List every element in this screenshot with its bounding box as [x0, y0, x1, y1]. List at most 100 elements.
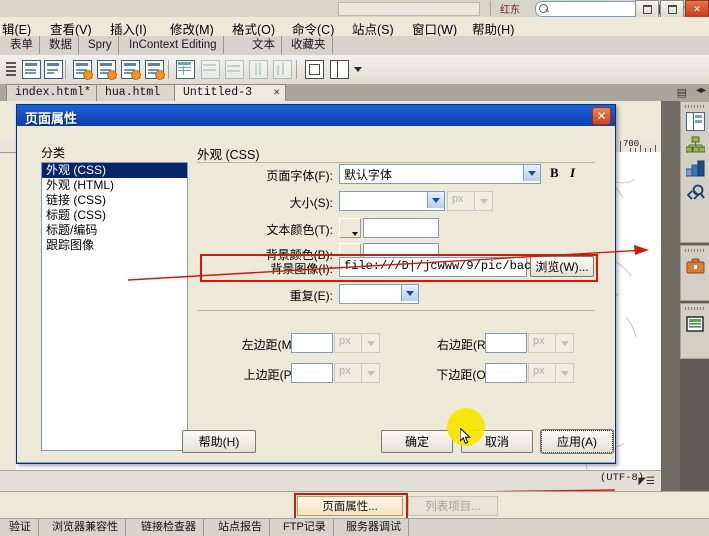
- results-tab-ftp-log[interactable]: FTP记录: [276, 519, 334, 536]
- category-item-appearance-html[interactable]: 外观 (HTML): [42, 178, 187, 193]
- section-divider: [197, 162, 595, 163]
- margin-left-label: 左边距(M):: [241, 338, 299, 352]
- margin-right-unit-box: px: [528, 333, 556, 353]
- property-inspector-bar: 页面属性... 列表项目...: [0, 489, 709, 521]
- margin-top-label: 上边距(P):: [243, 368, 299, 382]
- size-unit-chevron-down-icon: [474, 191, 493, 211]
- record-insert-icon[interactable]: [145, 60, 165, 80]
- dialog-body: 分类 外观 (CSS) 外观 (HTML) 链接 (CSS) 标题 (CSS) …: [17, 126, 615, 463]
- bold-button[interactable]: B: [550, 165, 559, 181]
- insert-tab-favorites[interactable]: 收藏夹: [285, 36, 333, 54]
- results-tab-browser-compat[interactable]: 浏览器兼容性: [45, 519, 126, 536]
- chevron-down-icon[interactable]: [401, 285, 418, 301]
- margin-right-unit-chevron-down-icon: [555, 333, 574, 353]
- list-item-button: 列表项目...: [408, 496, 498, 516]
- dock-grip[interactable]: [685, 307, 706, 310]
- category-list[interactable]: 外观 (CSS) 外观 (HTML) 链接 (CSS) 标题 (CSS) 标题/…: [41, 162, 188, 451]
- category-item-headings-css[interactable]: 标题 (CSS): [42, 208, 187, 223]
- insert-category-menu-icon[interactable]: [2, 60, 21, 79]
- form-icon[interactable]: [22, 60, 41, 79]
- insert-icon-toolbar: [0, 55, 709, 85]
- italic-button[interactable]: I: [570, 165, 575, 181]
- category-item-tracing-image[interactable]: 跟踪图像: [42, 238, 187, 253]
- code-inspector-icon[interactable]: [686, 184, 705, 203]
- page-font-value: 默认字体: [344, 168, 393, 182]
- css-styles-icon[interactable]: [685, 160, 705, 179]
- recordset-nav-icon[interactable]: [121, 60, 141, 80]
- size-unit-box: px: [447, 191, 475, 211]
- margin-bottom-unit-box: px: [528, 363, 556, 383]
- margin-right-input[interactable]: [485, 333, 527, 353]
- spry-tabbed-panels-icon[interactable]: [305, 60, 324, 79]
- margin-top-input[interactable]: [291, 363, 333, 383]
- margin-left-input[interactable]: [291, 333, 333, 353]
- insert-tab-incontext[interactable]: InContext Editing: [123, 36, 224, 54]
- ok-button[interactable]: 确定: [381, 430, 453, 453]
- results-tab-link-checker[interactable]: 链接检查器: [134, 519, 204, 536]
- margin-bottom-input[interactable]: [485, 363, 527, 383]
- search-icon: [539, 4, 548, 13]
- margin-bottom-unit: px: [533, 365, 545, 377]
- repeat-select[interactable]: [339, 284, 419, 304]
- size-select[interactable]: [339, 191, 445, 211]
- insert-panel-icon[interactable]: [686, 112, 705, 131]
- page-font-select[interactable]: 默认字体: [339, 164, 541, 184]
- results-tab-server-debug[interactable]: 服务器调试: [339, 519, 409, 536]
- close-icon: ✕: [596, 109, 607, 123]
- tab-scroll-icon[interactable]: ◂▸: [696, 85, 706, 96]
- insert-tab-spry[interactable]: Spry: [82, 36, 119, 54]
- chevron-down-icon[interactable]: [427, 192, 444, 208]
- bg-image-input[interactable]: file:///D|/jcwww/9/pic/back.jpg: [339, 257, 567, 277]
- restore-button[interactable]: [660, 0, 684, 18]
- insert-tab-data[interactable]: 数据: [43, 36, 79, 54]
- margin-right-unit: px: [533, 335, 545, 347]
- category-item-title-encoding[interactable]: 标题/编码: [42, 223, 187, 238]
- results-tab-site-reports[interactable]: 站点报告: [211, 519, 270, 536]
- insert-bar: 表单 数据 Spry InContext Editing 文本 收藏夹: [0, 36, 709, 56]
- dock-group-panels: [680, 101, 709, 243]
- master-detail-icon[interactable]: [97, 60, 117, 80]
- category-item-links-css[interactable]: 链接 (CSS): [42, 193, 187, 208]
- text-color-label: 文本颜色(T):: [266, 223, 333, 237]
- dock-grip[interactable]: [685, 249, 706, 252]
- minimize-button[interactable]: [635, 0, 659, 18]
- margins-divider: [197, 310, 595, 311]
- site-map-icon[interactable]: [685, 136, 706, 155]
- document-tab-bar: index.html* ✕ hua.html ✕ Untitled-3 ✕ ▤ …: [0, 84, 709, 103]
- annotation-arrow-tail: [493, 489, 615, 491]
- margin-left-unit-box: px: [334, 333, 362, 353]
- text-color-swatch[interactable]: [339, 218, 361, 238]
- apply-button[interactable]: 应用(A): [540, 429, 614, 454]
- chevron-down-icon[interactable]: [354, 67, 362, 72]
- spry-repeat-icon: [201, 60, 220, 79]
- insert-tab-text[interactable]: 文本: [246, 36, 282, 54]
- files-briefcase-icon[interactable]: [686, 257, 705, 276]
- margin-bottom-unit-chevron-down-icon: [555, 363, 574, 383]
- tab-overflow-icon[interactable]: ▤: [677, 86, 687, 99]
- close-icon[interactable]: ✕: [273, 85, 280, 101]
- text-color-input[interactable]: [363, 218, 439, 238]
- close-button[interactable]: ✕: [685, 0, 709, 18]
- size-label: 大小(S):: [289, 196, 333, 210]
- dialog-title-bar[interactable]: 页面属性 ✕: [17, 105, 615, 126]
- page-properties-button[interactable]: 页面属性...: [297, 496, 403, 516]
- form-fieldset-icon[interactable]: [44, 60, 63, 79]
- spry-accordion-icon[interactable]: [330, 60, 349, 79]
- dock-grip[interactable]: [685, 105, 706, 108]
- toolbar-divider: [490, 1, 491, 16]
- spry-table-icon[interactable]: [176, 60, 195, 79]
- window-controls: ✕: [634, 0, 709, 18]
- results-tab-validation[interactable]: 验证: [2, 519, 39, 536]
- bg-image-browse-button[interactable]: 浏览(W)...: [530, 256, 594, 277]
- chevron-down-icon[interactable]: [523, 165, 540, 181]
- help-button[interactable]: 帮助(H): [182, 430, 256, 453]
- margin-top-unit-chevron-down-icon: [361, 363, 380, 383]
- application-top-strip: 红东 CS Live ✕: [0, 0, 709, 20]
- category-item-appearance-css[interactable]: 外观 (CSS): [42, 163, 187, 178]
- dynamic-table-icon[interactable]: [73, 60, 93, 80]
- assets-icon[interactable]: [686, 315, 705, 334]
- dialog-close-button[interactable]: ✕: [592, 107, 611, 125]
- margin-top-unit-box: px: [334, 363, 362, 383]
- insert-tab-forms[interactable]: 表单: [4, 36, 40, 54]
- results-tab-bar: 验证 浏览器兼容性 链接检查器 站点报告 FTP记录 服务器调试: [0, 518, 709, 536]
